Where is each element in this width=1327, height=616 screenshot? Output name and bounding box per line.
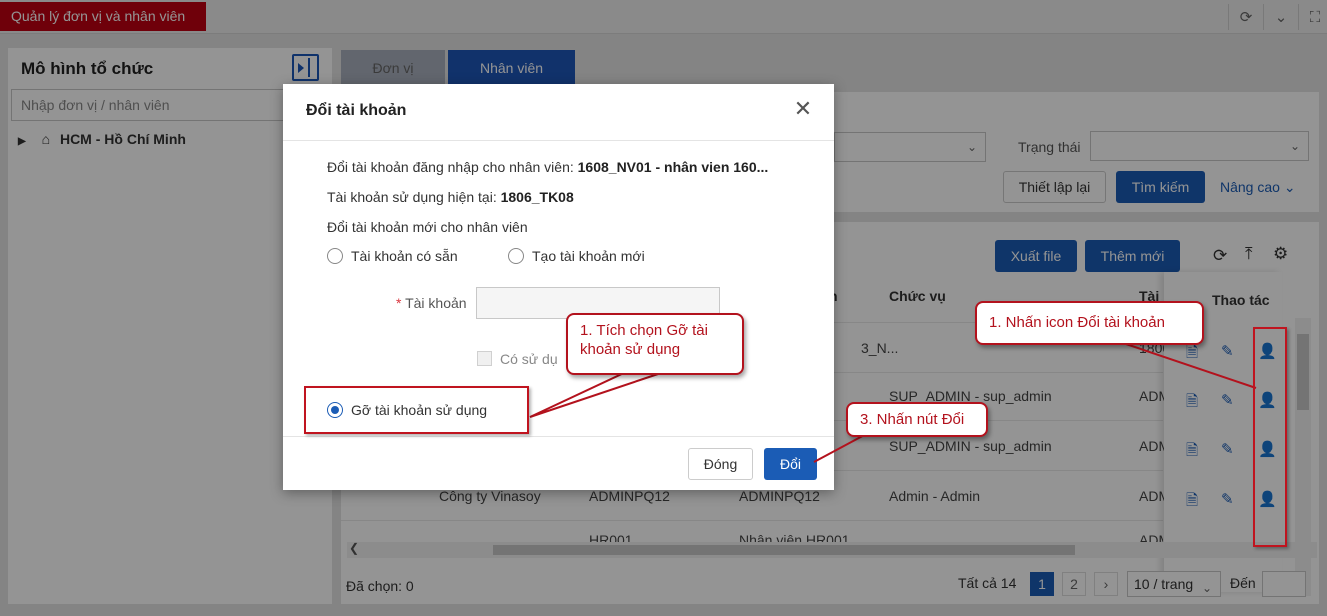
- account-field-label: * Tài khoản: [396, 295, 467, 311]
- highlight-action-icons: [1253, 327, 1287, 547]
- annotation-step1: 1. Nhấn icon Đổi tài khoản: [975, 301, 1204, 345]
- current-account-label: Tài khoản sử dụng hiện tại:: [327, 189, 501, 205]
- required-mark: *: [396, 295, 402, 311]
- in-use-checkbox[interactable]: [477, 351, 492, 366]
- change-button[interactable]: Đổi: [764, 448, 817, 480]
- close-button[interactable]: Đóng: [688, 448, 753, 480]
- employee-info-label: Đổi tài khoản đăng nhập cho nhân viên:: [327, 159, 578, 175]
- account-label-text: Tài khoản: [405, 295, 467, 311]
- annotation-step3: 3. Nhấn nút Đổi: [846, 402, 988, 437]
- new-account-heading: Đổi tài khoản mới cho nhân viên: [327, 219, 528, 235]
- annotation-step2: 1. Tích chọn Gỡ tài khoản sử dụng: [566, 313, 744, 375]
- radio-existing-label[interactable]: Tài khoản có sẵn: [351, 248, 458, 264]
- current-account-line: Tài khoản sử dụng hiện tại: 1806_TK08: [327, 189, 574, 205]
- close-icon[interactable]: ✕: [792, 98, 814, 120]
- dialog-header: Đổi tài khoản ✕: [283, 84, 834, 141]
- radio-existing-account[interactable]: [327, 248, 343, 264]
- radio-create-account[interactable]: [508, 248, 524, 264]
- dialog-title: Đổi tài khoản: [306, 102, 407, 119]
- current-account-value: 1806_TK08: [500, 189, 574, 205]
- in-use-checkbox-label: Có sử dụ: [500, 351, 558, 367]
- employee-info-value: 1608_NV01 - nhân vien 160...: [577, 159, 769, 175]
- dialog-footer: Đóng Đổi: [283, 436, 834, 490]
- radio-create-label[interactable]: Tạo tài khoản mới: [532, 248, 645, 264]
- employee-info-line: Đổi tài khoản đăng nhập cho nhân viên: 1…: [327, 159, 768, 175]
- highlight-remove-option: [304, 386, 529, 434]
